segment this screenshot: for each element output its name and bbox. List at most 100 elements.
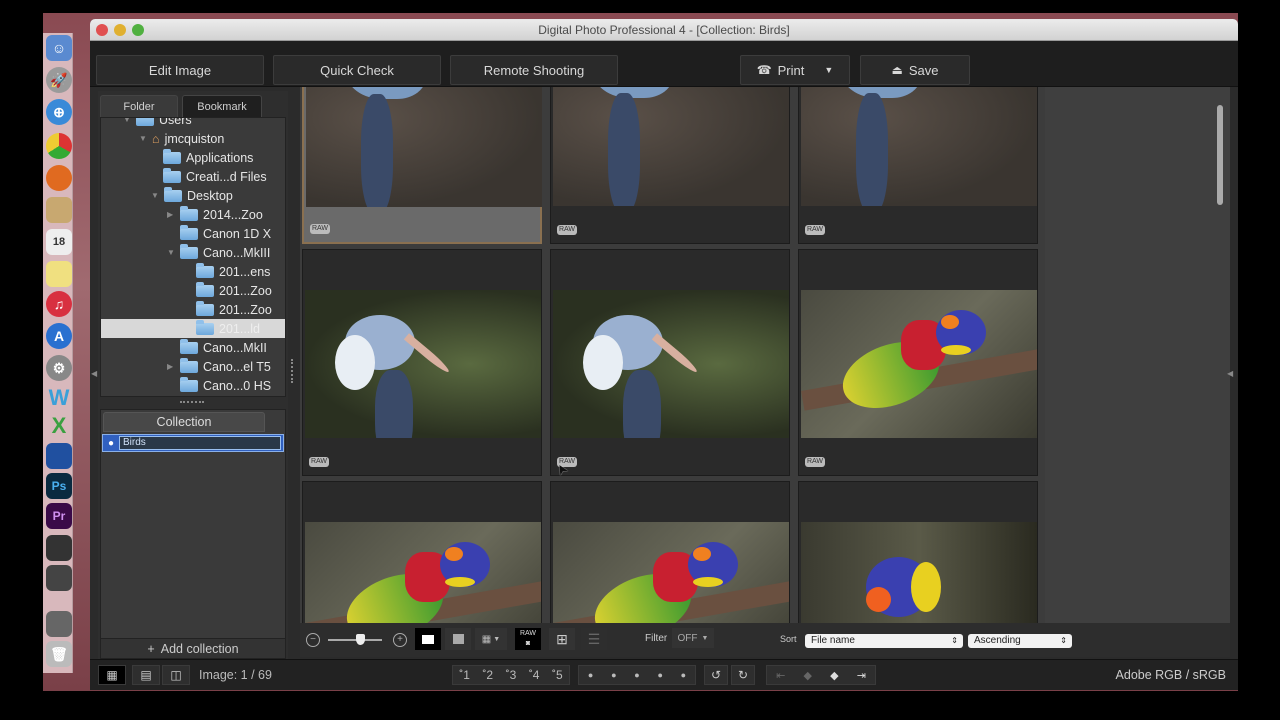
raw-toggle-button[interactable]: RAW ◙ — [515, 628, 541, 650]
rating-button-2[interactable]: ˚2 — [482, 668, 493, 682]
tree-item[interactable]: 201...Zoo — [196, 281, 272, 300]
folder-tree[interactable]: ▼ Users ▼ ⌂ jmcquiston Applications Creati.… — [100, 117, 286, 397]
tree-item[interactable]: ▶ 2014...Zoo — [167, 205, 263, 224]
tab-folder[interactable]: Folder — [100, 95, 178, 117]
finder-icon[interactable]: ☺ — [46, 35, 72, 61]
thumbnail-size-slider[interactable] — [328, 639, 382, 641]
thumbnail-image[interactable] — [801, 290, 1037, 438]
remote-shooting-button[interactable]: Remote Shooting — [450, 55, 618, 85]
add-collection-button[interactable]: + Add collection — [101, 638, 285, 658]
rating-button-1[interactable]: ˚1 — [459, 668, 470, 682]
excel-icon[interactable]: X — [46, 413, 72, 439]
thumbnail-cell[interactable]: RAW — [302, 87, 542, 244]
zoom-out-icon[interactable]: − — [306, 633, 320, 647]
thumbnail-layout-button[interactable]: ▦ — [98, 665, 126, 685]
list-view-button[interactable]: ☰ — [581, 628, 607, 650]
thumbnail-cell[interactable]: RAW — [302, 481, 542, 623]
check-mark-5[interactable]: ● — [681, 670, 686, 680]
left-collapse-arrow[interactable]: ◀ — [91, 369, 97, 378]
contacts-icon[interactable] — [46, 197, 72, 223]
check-mark-1[interactable]: ● — [588, 670, 593, 680]
notes-icon[interactable] — [46, 261, 72, 287]
next-image-icon[interactable]: ◆ — [830, 669, 838, 682]
thumbnail-image[interactable] — [305, 290, 541, 438]
print-dropdown-icon[interactable]: ▼ — [824, 65, 833, 75]
thumbnail-image[interactable] — [553, 522, 789, 623]
edit-image-button[interactable]: Edit Image — [96, 55, 264, 85]
firefox-icon[interactable] — [46, 165, 72, 191]
rating-button-4[interactable]: ˚4 — [529, 668, 540, 682]
check-mark-4[interactable]: ● — [657, 670, 662, 680]
tree-item[interactable]: ▼ ⌂ jmcquiston — [139, 129, 224, 148]
trash-icon[interactable]: 🗑 — [46, 641, 72, 667]
save-button[interactable]: ⏏ Save — [860, 55, 970, 85]
thumbnail-image[interactable] — [801, 87, 1037, 206]
vertical-scrollbar[interactable] — [1217, 105, 1223, 205]
tree-item[interactable]: ▼ Users — [123, 118, 192, 129]
photoshop-icon[interactable]: Ps — [46, 473, 72, 499]
last-image-icon[interactable]: ⇥ — [857, 669, 866, 682]
filter-dropdown[interactable]: OFF ▼ — [672, 628, 714, 648]
splitter-handle[interactable] — [291, 359, 294, 383]
word-icon[interactable]: W — [46, 385, 72, 411]
print-button[interactable]: ☎ Print ▼ — [740, 55, 850, 85]
thumbnail-cell[interactable]: RAW — [550, 87, 790, 244]
prev-image-icon[interactable]: ◆ — [803, 669, 811, 682]
image-capture-icon[interactable] — [46, 443, 72, 469]
thumbnail-cell[interactable]: RAW — [798, 481, 1038, 623]
rating-button-5[interactable]: ˚5 — [552, 668, 563, 682]
quick-check-button[interactable]: Quick Check — [273, 55, 441, 85]
canon-dpp-icon[interactable] — [46, 535, 72, 561]
thumbnail-image[interactable] — [553, 290, 789, 438]
view-medium-button[interactable] — [445, 628, 471, 650]
tree-item[interactable]: ▼ Cano...MkIII — [167, 243, 270, 262]
tree-item[interactable]: ▼ Desktop — [151, 186, 233, 205]
view-large-button[interactable] — [415, 628, 441, 650]
app-store-icon[interactable]: A — [46, 323, 72, 349]
tree-item[interactable]: 201...ens — [196, 262, 270, 281]
sort-field-select[interactable]: File name ⇕ — [805, 634, 963, 648]
sort-order-select[interactable]: Ascending ⇕ — [968, 634, 1072, 648]
rotate-left-button[interactable]: ↺ — [704, 665, 728, 685]
collection-item[interactable]: ● Birds — [102, 434, 284, 452]
check-mark-2[interactable]: ● — [611, 670, 616, 680]
premiere-icon[interactable]: Pr — [46, 503, 72, 529]
collection-name-input[interactable]: Birds — [119, 436, 281, 450]
system-preferences-icon[interactable]: ⚙ — [46, 355, 72, 381]
thumbnail-image[interactable] — [306, 87, 542, 207]
thumbnail-cell[interactable]: RAW — [550, 249, 790, 476]
chrome-icon[interactable] — [46, 133, 72, 159]
panel-resize-handle[interactable] — [180, 401, 204, 404]
tree-item[interactable]: Applications — [163, 148, 253, 167]
rotate-right-button[interactable]: ↻ — [731, 665, 755, 685]
thumbnail-cell[interactable]: RAW — [798, 249, 1038, 476]
safari-icon[interactable]: ⊕ — [46, 99, 72, 125]
thumbnail-image[interactable] — [801, 522, 1037, 623]
rating-button-3[interactable]: ˚3 — [506, 668, 517, 682]
preview-layout-button[interactable]: ▤ — [132, 665, 160, 685]
tree-item[interactable]: ▶ Cano...el T5 — [167, 357, 271, 376]
thumbnail-cell[interactable]: RAW — [798, 87, 1038, 244]
calendar-icon[interactable]: 18 — [46, 229, 72, 255]
tab-bookmark[interactable]: Bookmark — [182, 95, 262, 117]
right-collapse-arrow[interactable]: ◀ — [1227, 369, 1233, 378]
thumbnail-cell[interactable]: RAW — [302, 249, 542, 476]
thumbnail-image[interactable] — [305, 522, 541, 623]
downloads-icon[interactable] — [46, 611, 72, 637]
tree-item[interactable]: Cano...0 HS — [180, 376, 271, 395]
tree-item[interactable]: Canon 1D X — [180, 224, 271, 243]
thumbnail-image[interactable] — [553, 87, 789, 206]
zoom-in-icon[interactable]: + — [393, 633, 407, 647]
check-mark-3[interactable]: ● — [634, 670, 639, 680]
itunes-icon[interactable]: ♫ — [46, 291, 72, 317]
view-grid-dropdown[interactable]: ▦ ▼ — [475, 628, 507, 650]
launchpad-icon[interactable]: 🚀 — [46, 67, 72, 93]
tree-item[interactable]: Cano...MkII — [180, 338, 267, 357]
tree-item[interactable]: Creati...d Files — [163, 167, 267, 186]
first-image-icon[interactable]: ⇤ — [776, 669, 785, 682]
thumbnail-grid[interactable]: RAW RAW RAW RAW RAW RAW RAW RAW RAW➤ — [300, 87, 1045, 623]
split-layout-button[interactable]: ◫ — [162, 665, 190, 685]
tree-item-selected[interactable]: 201...ld — [101, 319, 285, 338]
thumbnail-cell[interactable]: RAW — [550, 481, 790, 623]
slider-thumb[interactable] — [356, 634, 366, 645]
